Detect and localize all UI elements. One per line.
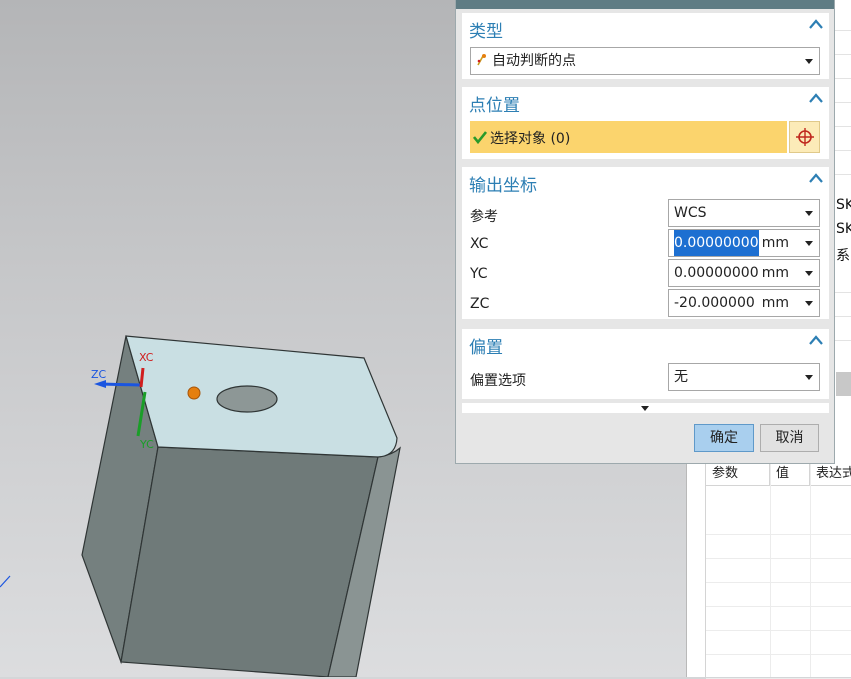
offset-option-value: 无: [674, 369, 688, 385]
collapse-chevron-icon[interactable]: [809, 335, 823, 345]
offset-section: 偏置 偏置选项 无: [462, 329, 829, 399]
type-section-title[interactable]: 类型: [469, 17, 503, 42]
panel-partial-text-2: SK: [836, 221, 851, 237]
xc-axis-label: XC: [139, 351, 154, 364]
column-header-parameter[interactable]: 参数: [706, 462, 770, 486]
select-object-bar[interactable]: 选择对象 (0): [470, 121, 787, 153]
reference-dropdown[interactable]: WCS: [668, 199, 820, 227]
hole-feature: [216, 385, 278, 413]
offset-option-label: 偏置选项: [470, 373, 526, 389]
inferred-point-icon: [477, 54, 486, 66]
xc-input[interactable]: 0.00000000 mm: [668, 229, 820, 257]
yc-axis-label: YC: [140, 438, 154, 451]
reference-value: WCS: [674, 205, 707, 221]
xc-value: 0.00000000: [674, 230, 759, 256]
collapse-chevron-icon[interactable]: [809, 19, 823, 29]
cancel-button[interactable]: 取消: [760, 424, 819, 452]
panel-partial-text-1: SK: [836, 197, 851, 213]
panel-partial-text-3: 系: [836, 248, 850, 264]
select-object-label: 选择对象 (0): [490, 131, 571, 147]
type-section: 类型 自动判断的点: [462, 13, 829, 79]
yc-input[interactable]: 0.00000000 mm: [668, 259, 820, 287]
dialog-title-bar[interactable]: [456, 0, 834, 9]
offset-option-dropdown[interactable]: 无: [668, 363, 820, 391]
dropdown-arrow-icon: [805, 211, 813, 216]
panel-scrollbar[interactable]: [836, 372, 851, 396]
zc-unit: mm: [761, 295, 789, 311]
reference-label: 参考: [470, 209, 498, 225]
type-dropdown-value: 自动判断的点: [492, 53, 576, 69]
column-header-value[interactable]: 值: [770, 462, 810, 486]
xc-unit: mm: [761, 235, 789, 251]
more-options-toggle[interactable]: [462, 403, 829, 413]
yc-value: 0.00000000: [674, 265, 759, 281]
xc-label: XC: [470, 236, 489, 252]
parameter-table: 参数 值 表达式: [705, 462, 851, 679]
point-location-title[interactable]: 点位置: [469, 91, 520, 116]
yc-label: YC: [470, 266, 488, 282]
point-marker: [187, 386, 201, 400]
yc-unit: mm: [761, 265, 789, 281]
dropdown-arrow-icon: [805, 301, 813, 306]
xc-axis: [139, 367, 145, 388]
zc-label: ZC: [470, 296, 490, 312]
ok-button[interactable]: 确定: [694, 424, 754, 452]
column-header-expression[interactable]: 表达式: [810, 462, 851, 486]
zc-value: -20.000000: [674, 295, 755, 311]
output-coordinates-section: 输出坐标 参考 WCS XC 0.00000000 mm YC 0.000000…: [462, 167, 829, 319]
dropdown-arrow-icon: [805, 375, 813, 380]
dropdown-arrow-icon: [805, 59, 813, 64]
collapse-chevron-icon[interactable]: [809, 93, 823, 103]
point-dialog: 类型 自动判断的点 点位置 选择对象 (0) 输出坐标 参考 WCS XC 0.…: [455, 0, 835, 464]
point-location-section: 点位置 选择对象 (0): [462, 87, 829, 159]
output-coordinates-title[interactable]: 输出坐标: [469, 171, 537, 196]
zc-axis-label: ZC: [91, 368, 107, 381]
type-dropdown[interactable]: 自动判断的点: [470, 47, 820, 75]
point-dialog-button[interactable]: [789, 121, 820, 153]
crosshair-point-icon: [796, 128, 814, 146]
checkmark-icon: [473, 131, 487, 144]
expand-arrow-icon: [641, 406, 649, 411]
dropdown-arrow-icon: [805, 271, 813, 276]
collapse-chevron-icon[interactable]: [809, 173, 823, 183]
offset-title[interactable]: 偏置: [469, 333, 503, 358]
dropdown-arrow-icon: [805, 241, 813, 246]
zc-input[interactable]: -20.000000 mm: [668, 289, 820, 317]
